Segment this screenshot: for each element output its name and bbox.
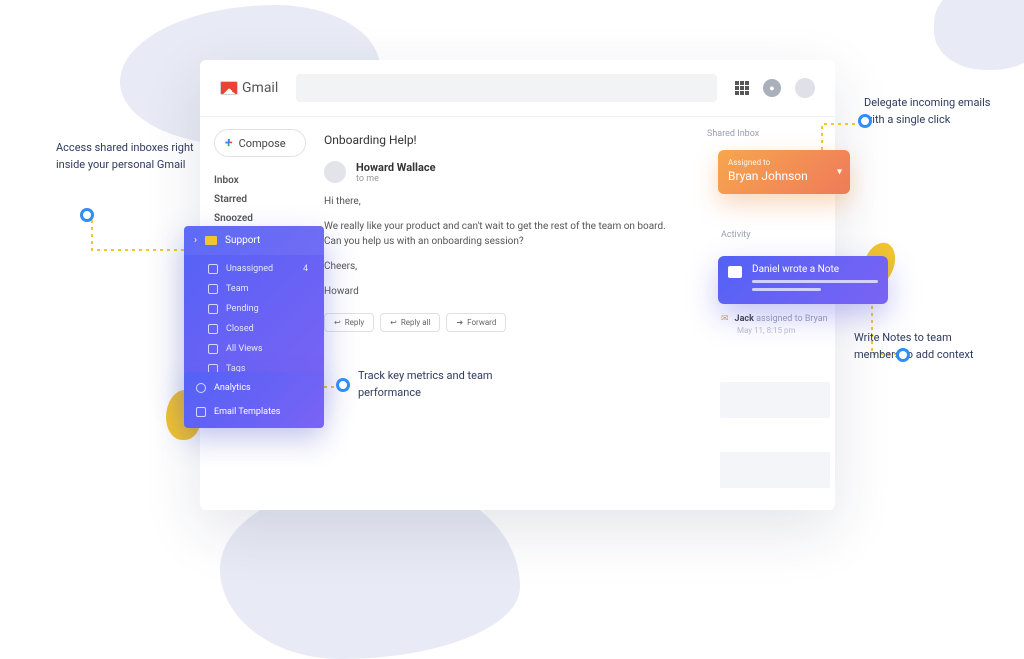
label: Team [226,284,249,294]
callout-notes: Write Notes to team members to add conte… [854,330,994,363]
assigned-label: Assigned to [728,158,840,167]
search-input[interactable] [296,74,717,102]
note-card[interactable]: Daniel wrote a Note [718,256,888,304]
compose-button[interactable]: + Compose [214,129,306,157]
analytics-item[interactable]: Analytics [184,376,324,400]
label: Unassigned [226,264,273,274]
avatar[interactable] [795,78,815,98]
signature: Howard [324,284,685,299]
closing: Cheers, [324,259,685,274]
chevron-down-icon: ▾ [837,167,842,178]
clock-icon [208,304,218,314]
callout-delegate: Delegate incoming emails with a single c… [864,95,994,128]
email-subject: Onboarding Help! [324,133,685,147]
template-icon [196,407,206,417]
sender-avatar [324,161,346,183]
check-icon [208,324,218,334]
label: Closed [226,324,254,334]
note-line [752,288,821,291]
team-icon [208,284,218,294]
extras-panel: Analytics Email Templates [184,372,324,428]
assigned-card[interactable]: Assigned to Bryan Johnson ▾ [718,150,850,194]
callout-marker [858,114,872,128]
reply-label: Reply [345,318,364,327]
folder-icon [205,236,217,245]
email-content: Onboarding Help! Howard Wallace to me Hi… [320,117,695,510]
support-item-allviews[interactable]: All Views [184,339,324,359]
body-text: We really like your product and can't wa… [324,219,685,249]
inbox-icon [208,264,218,274]
greeting: Hi there, [324,194,685,209]
logo: Gmail [220,80,278,96]
shared-inbox-label: Shared Inbox [707,129,823,139]
forward-button[interactable]: ➔ Forward [446,313,506,332]
count-badge: 4 [303,264,314,274]
support-item-pending[interactable]: Pending [184,299,324,319]
placeholder-panel [720,382,830,418]
label: All Views [226,344,263,354]
label: Email Templates [214,407,280,417]
bg-blob [934,0,1024,70]
callout-marker [336,378,350,392]
chart-icon [196,383,206,393]
note-title: Daniel wrote a Note [752,264,878,275]
chevron-right-icon: › [194,235,197,246]
app-header: Gmail [200,60,835,117]
callout-shared-inboxes: Access shared inboxes right inside your … [56,140,196,173]
support-header[interactable]: › Support [184,226,324,255]
sidebar-item-inbox[interactable]: Inbox [214,171,306,190]
plus-icon: + [225,136,233,150]
reply-all-button[interactable]: ↩ Reply all [380,313,440,332]
callout-marker [896,348,910,362]
views-icon [208,344,218,354]
label: Pending [226,304,259,314]
callout-analytics: Track key metrics and team performance [358,368,508,401]
note-line [752,280,878,283]
assignee-name: Bryan Johnson [728,169,840,183]
apps-grid-icon[interactable] [735,81,749,95]
activity-label: Activity [721,230,750,240]
activity-actor: Jack [735,314,754,324]
label: Analytics [214,383,251,393]
templates-item[interactable]: Email Templates [184,400,324,424]
support-title: Support [225,235,260,246]
sender-name: Howard Wallace [356,161,436,174]
placeholder-panel [720,452,830,488]
note-icon [728,266,742,278]
gmail-icon [220,81,238,95]
callout-connector [90,218,190,282]
support-panel: › Support Unassigned 4 Team Pending Close… [184,226,324,389]
support-item-unassigned[interactable]: Unassigned 4 [184,259,324,279]
compose-label: Compose [239,137,286,150]
brand-name: Gmail [242,80,278,96]
notifications-icon[interactable] [763,79,781,97]
forward-label: Forward [467,318,496,327]
reply-all-label: Reply all [401,318,431,327]
forward-icon: ➔ [456,318,463,327]
callout-marker [80,208,94,222]
activity-action: assigned to Bryan [754,314,828,324]
activity-timestamp: May 11, 8:15 pm [737,326,841,335]
envelope-icon: ✉ [721,314,729,324]
support-item-closed[interactable]: Closed [184,319,324,339]
reply-icon: ↩ [334,318,341,327]
support-item-team[interactable]: Team [184,279,324,299]
activity-item: ✉ Jack assigned to Bryan May 11, 8:15 pm [721,314,841,335]
reply-button[interactable]: ↩ Reply [324,313,374,332]
to-line: to me [356,174,436,184]
reply-all-icon: ↩ [390,318,397,327]
sidebar-item-starred[interactable]: Starred [214,190,306,209]
